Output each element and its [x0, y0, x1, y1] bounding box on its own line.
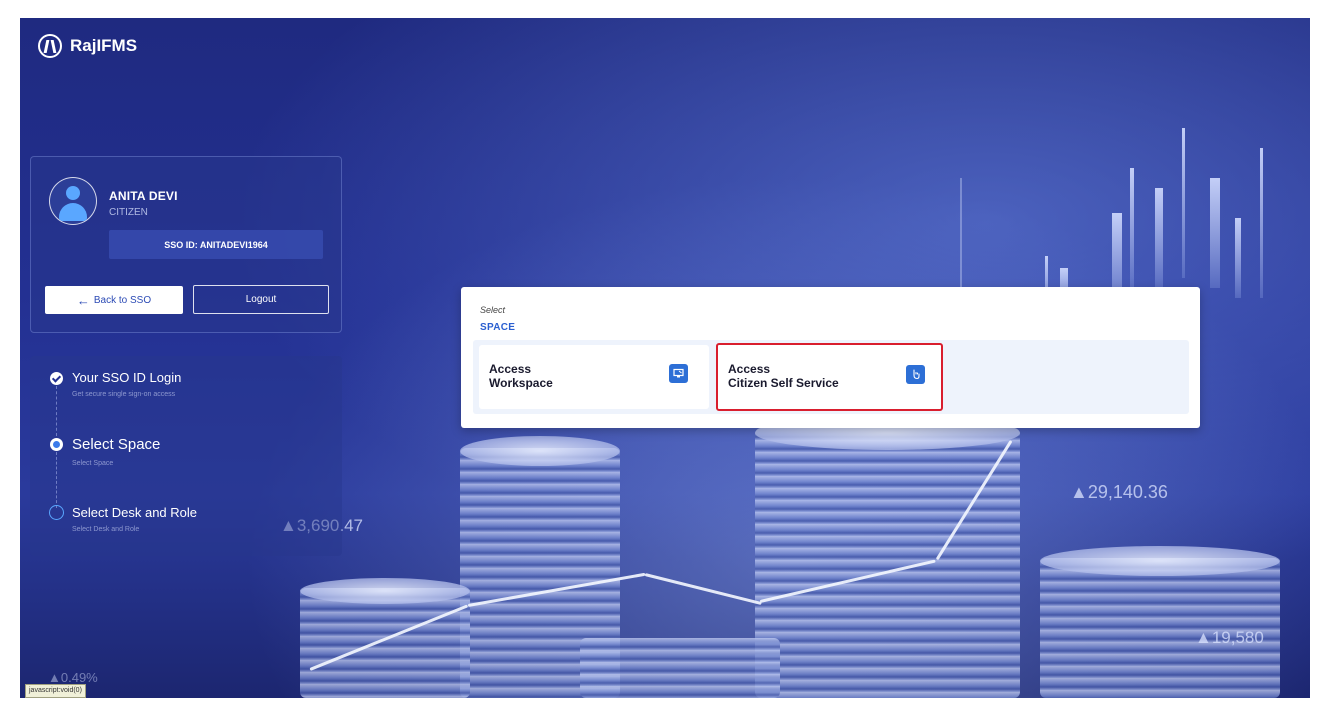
- citizen-service-icon: [906, 365, 925, 384]
- logo-icon: [38, 34, 62, 58]
- profile-card: ANITA DEVI CITIZEN SSO ID: ANITADEVI1964…: [30, 156, 342, 333]
- space-options: Access Workspace Access Citizen Self Ser…: [473, 340, 1189, 414]
- coin-stack: [755, 428, 1020, 698]
- step-title: Select Desk and Role: [72, 505, 198, 520]
- workspace-icon: [669, 364, 688, 383]
- coin-stack-top: [300, 578, 470, 604]
- back-to-sso-button[interactable]: ← Back to SSO: [45, 286, 183, 314]
- bg-chart-bar: [1210, 178, 1220, 288]
- bg-stat-number: ▲29,140.36: [1070, 482, 1168, 502]
- bg-chart-bar: [1235, 218, 1241, 298]
- select-label: Select: [480, 305, 506, 315]
- check-circle-icon: [50, 372, 63, 385]
- step-subtitle: Get secure single sign-on access: [72, 391, 176, 398]
- back-to-sso-label: Back to SSO: [93, 294, 152, 306]
- step-title: Your SSO ID Login: [72, 370, 182, 385]
- app-name: RajIFMS: [70, 36, 138, 55]
- sso-id-badge: SSO ID: ANITADEVI1964: [109, 230, 323, 259]
- coin-stack-top: [1040, 546, 1280, 576]
- step-subtitle: Select Desk and Role: [72, 526, 140, 533]
- logout-button[interactable]: Logout: [193, 285, 329, 314]
- bg-chart-bar: [1155, 188, 1163, 288]
- step-title: Select Space: [72, 436, 161, 453]
- bg-chart-bar: [1130, 168, 1134, 288]
- space-label: SPACE: [480, 322, 516, 333]
- coin-stack: [300, 588, 470, 698]
- step-connector: [56, 452, 57, 508]
- bg-chart-bar: [1182, 128, 1185, 278]
- select-space-panel: Select SPACE Access Workspace Access Cit…: [461, 287, 1200, 428]
- coin-stack: [580, 638, 780, 698]
- arrow-left-icon: ←: [76, 292, 90, 308]
- pending-step-icon: [49, 505, 64, 520]
- user-role: CITIZEN: [109, 207, 148, 218]
- bg-stat-number: ▲19,580: [1195, 628, 1264, 647]
- option-title: Access Workspace: [489, 362, 553, 390]
- browser-status-bar: javascript:void(0): [25, 684, 86, 698]
- avatar: [49, 177, 97, 225]
- progress-steps: Your SSO ID Login Get secure single sign…: [30, 356, 342, 556]
- step-subtitle: Select Space: [72, 460, 114, 467]
- access-citizen-self-service-card[interactable]: Access Citizen Self Service: [716, 343, 943, 411]
- app-background: ▲3,690.47 ▲29,140.36 ▲19,580 ▲0.49% RajI…: [20, 18, 1310, 698]
- step-connector: [56, 386, 57, 436]
- bg-stat-number: ▲0.49%: [48, 670, 98, 685]
- active-step-icon: [50, 438, 63, 451]
- option-title: Access Citizen Self Service: [728, 362, 839, 390]
- coin-stack-top: [460, 436, 620, 466]
- trend-line: [644, 573, 762, 605]
- app-logo: RajIFMS: [38, 34, 137, 58]
- bg-chart-bar: [1260, 148, 1263, 298]
- access-workspace-card[interactable]: Access Workspace: [479, 345, 709, 409]
- user-name: ANITA DEVI: [109, 189, 178, 203]
